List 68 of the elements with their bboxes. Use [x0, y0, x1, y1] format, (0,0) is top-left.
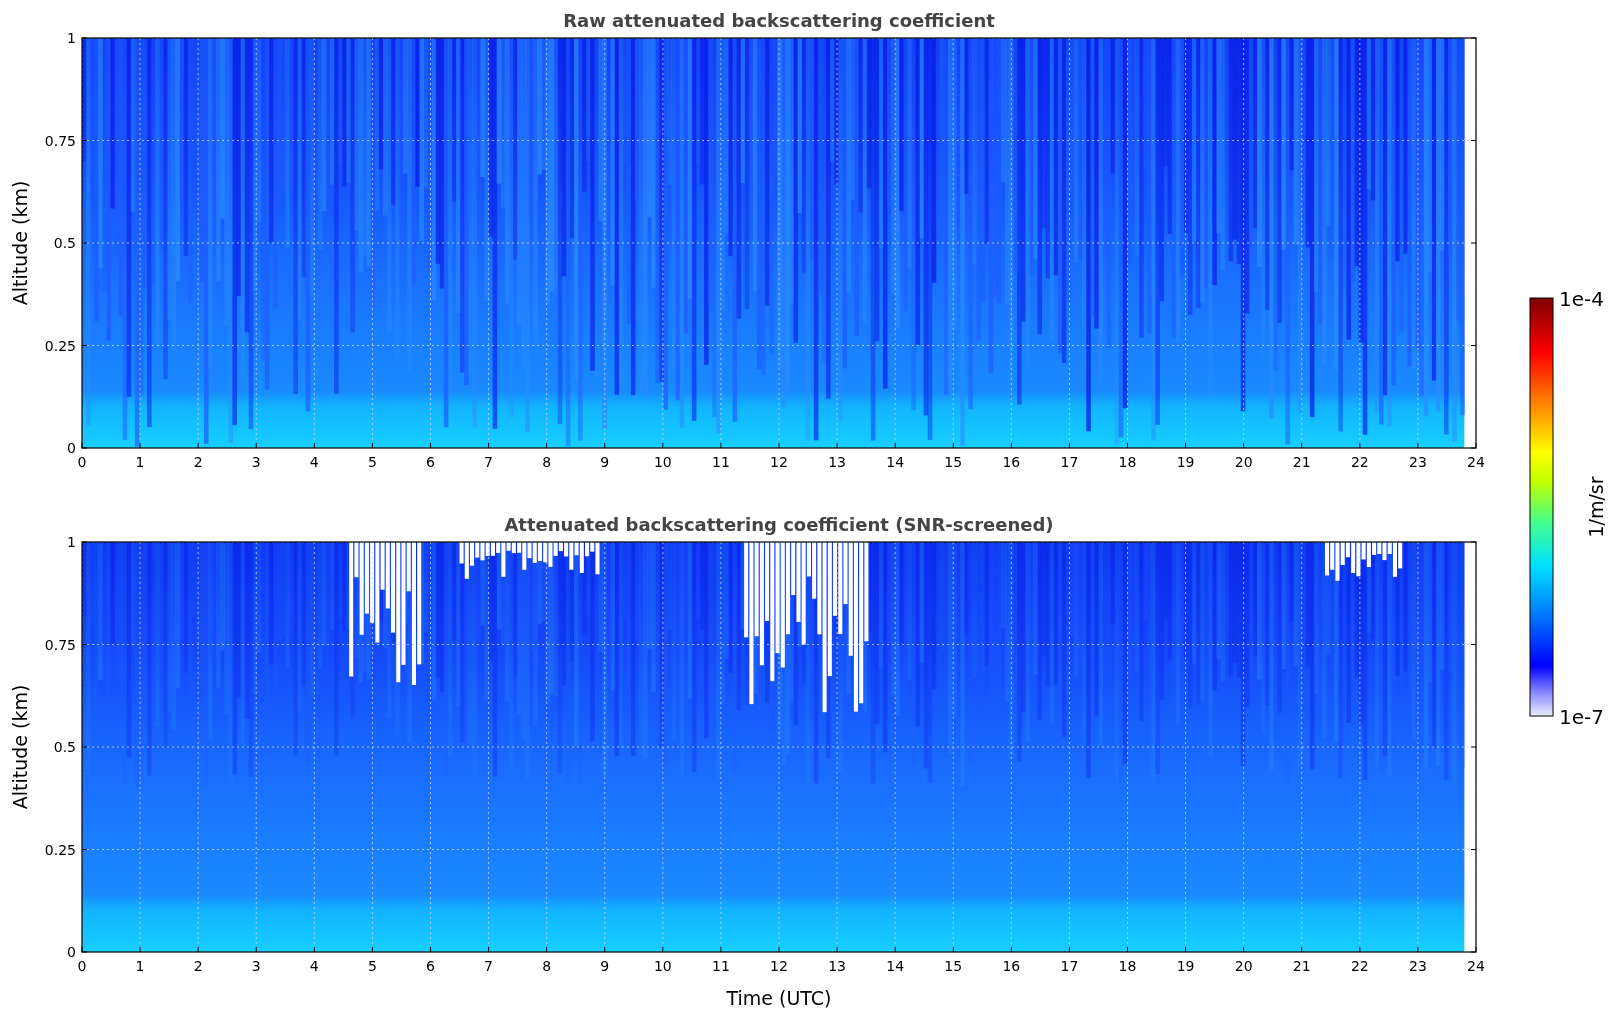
- axis-label: Altitude (km): [9, 684, 31, 810]
- tick-label: 1: [135, 454, 145, 470]
- tick-label: 9: [600, 958, 610, 974]
- tick-label: 0: [77, 454, 87, 470]
- tick-label: 3: [251, 958, 261, 974]
- tick-label: 12: [770, 454, 788, 470]
- tick-label: 24: [1467, 454, 1485, 470]
- tick-label: 7: [484, 454, 494, 470]
- tick-label: 7: [484, 958, 494, 974]
- axis-label: Time (UTC): [726, 987, 832, 1009]
- tick-label: 22: [1350, 454, 1369, 470]
- tick-label: 4: [309, 454, 319, 470]
- tick-label: 21: [1292, 454, 1311, 470]
- tick-label: 20: [1234, 958, 1253, 974]
- tick-label: 13: [828, 454, 846, 470]
- tick-label: 15: [944, 454, 963, 470]
- tick-label: 5: [367, 454, 377, 470]
- axis-label: Altitude (km): [9, 180, 31, 306]
- plot-title: Attenuated backscattering coefficient (SNR-screened): [504, 514, 1054, 535]
- tick-label: 17: [1060, 958, 1079, 974]
- tick-label: 10: [653, 454, 672, 470]
- tick-label: 23: [1409, 454, 1427, 470]
- tick-label: 1: [67, 534, 76, 550]
- tick-label: 17: [1060, 454, 1079, 470]
- tick-label: 19: [1176, 454, 1195, 470]
- tick-label: 12: [770, 958, 788, 974]
- colorbar-tick-label: 1e-7: [1559, 705, 1604, 729]
- tick-label: 24: [1467, 958, 1485, 974]
- colorbar-label: 1/m/sr: [1585, 476, 1607, 538]
- tick-label: 19: [1176, 958, 1195, 974]
- tick-label: 23: [1409, 958, 1427, 974]
- tick-label: 0: [67, 944, 76, 960]
- tick-label: 14: [886, 958, 905, 974]
- colorbar-tick-label: 1e-4: [1559, 287, 1604, 311]
- tick-label: 6: [426, 958, 435, 974]
- tick-label: 0: [67, 440, 76, 456]
- tick-label: 6: [426, 454, 435, 470]
- tick-label: 20: [1234, 454, 1253, 470]
- tick-label: 9: [600, 454, 610, 470]
- tick-label: 3: [251, 454, 261, 470]
- tick-label: 14: [886, 454, 905, 470]
- tick-label: 0.25: [44, 841, 76, 858]
- tick-label: 8: [542, 958, 552, 974]
- tick-label: 10: [653, 958, 672, 974]
- tick-label: 8: [542, 454, 552, 470]
- tick-label: 13: [828, 958, 846, 974]
- tick-label: 0: [77, 958, 87, 974]
- tick-label: 18: [1118, 958, 1137, 974]
- plot-title: Raw attenuated backscattering coefficient: [563, 10, 995, 31]
- tick-label: 16: [1002, 958, 1021, 974]
- tick-label: 1: [135, 958, 145, 974]
- tick-label: 1: [67, 30, 76, 46]
- tick-label: 0.75: [44, 636, 76, 653]
- tick-label: 21: [1292, 958, 1311, 974]
- tick-label: 18: [1118, 454, 1137, 470]
- tick-label: 22: [1350, 958, 1369, 974]
- tick-label: 0.25: [44, 337, 76, 354]
- tick-label: 0.5: [53, 739, 76, 755]
- tick-label: 15: [944, 958, 963, 974]
- tick-label: 0.75: [44, 132, 76, 149]
- tick-label: 2: [193, 454, 203, 470]
- tick-label: 0.5: [53, 235, 76, 251]
- tick-label: 11: [712, 454, 730, 470]
- tick-label: 4: [309, 958, 319, 974]
- tick-label: 5: [367, 958, 377, 974]
- tick-label: 16: [1002, 454, 1021, 470]
- tick-label: 2: [193, 958, 203, 974]
- tick-label: 11: [712, 958, 730, 974]
